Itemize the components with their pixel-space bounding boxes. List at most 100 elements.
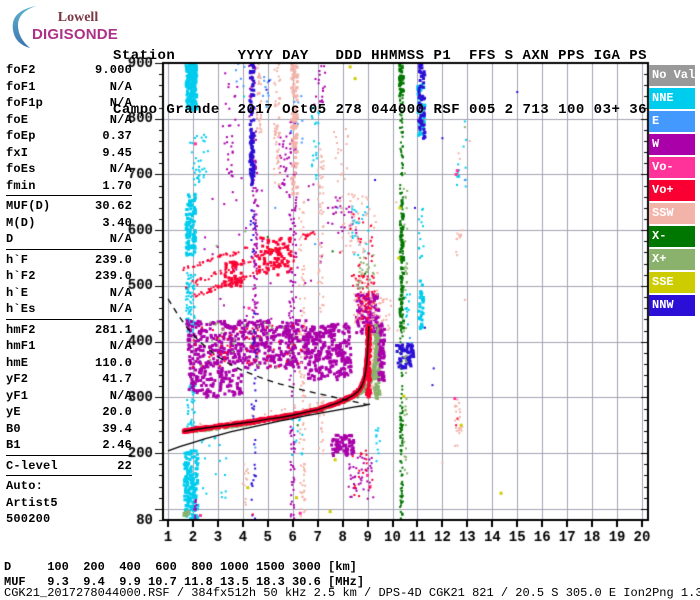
param-row: B1 2.46	[6, 437, 132, 454]
param-row: h`F 239.0	[6, 252, 132, 269]
legend-item-x-: X-	[649, 226, 695, 247]
param-row: hmE 110.0	[6, 355, 132, 372]
param-label: h`E	[6, 285, 29, 300]
legend-item-nnw: NNW	[649, 295, 695, 316]
param-label: yF2	[6, 372, 29, 386]
header-block: Station YYYY DAY DDD HHMMSS P1 FFS S AXN…	[113, 11, 647, 155]
param-label: fxI	[6, 145, 29, 160]
param-footer-line: Auto:	[6, 479, 44, 493]
param-group: MUF(D) 30.62 M(D) 3.40 D N/A	[6, 198, 132, 250]
param-value: N/A	[109, 79, 132, 94]
header-line-columns: Station YYYY DAY DDD HHMMSS P1 FFS S AXN…	[113, 48, 648, 64]
param-row: B0 39.4	[6, 421, 132, 438]
param-value: 0.37	[102, 129, 132, 143]
param-label: hmE	[6, 355, 29, 370]
param-row: foE N/A	[6, 112, 132, 129]
param-row: M(D) 3.40	[6, 215, 132, 232]
param-group: h`F 239.0 h`F2 239.0 h`E N/A h`Es N/A	[6, 252, 132, 320]
legend-item-x+: X+	[649, 249, 695, 270]
param-label: fmin	[6, 178, 36, 193]
param-label: D	[6, 232, 14, 246]
param-value: 281.1	[94, 322, 132, 337]
param-group: C-level 22	[6, 458, 132, 476]
param-row: MUF(D) 30.62	[6, 198, 132, 215]
param-label: h`Es	[6, 302, 36, 316]
param-label: h`F2	[6, 269, 36, 283]
param-value: 41.7	[102, 372, 132, 386]
param-row: foF1 N/A	[6, 79, 132, 96]
parameter-panel: foF2 9.000 foF1 N/A foF1p N/A foE N/A foEp 0.37 fx…	[6, 62, 132, 531]
param-value: N/A	[109, 96, 132, 110]
legend: No Val NNE E W Vo- Vo+ SSW X- X+ SSE NNW	[649, 65, 696, 318]
param-row: foEp 0.37	[6, 128, 132, 145]
param-value: 30.62	[94, 199, 132, 213]
param-row: D N/A	[6, 231, 132, 248]
param-label: foE	[6, 112, 29, 127]
legend-item-sse: SSE	[649, 272, 695, 293]
param-row: C-level 22	[6, 458, 132, 475]
param-label: foEp	[6, 129, 36, 143]
param-value: N/A	[109, 339, 132, 353]
param-row: foEs N/A	[6, 161, 132, 178]
legend-item-no-val: No Val	[649, 65, 695, 86]
param-group: hmF2 281.1 hmF1 N/A hmE 110.0 yF2 41.7 yF1 N/A yE 2…	[6, 322, 132, 456]
param-row: yF1 N/A	[6, 388, 132, 405]
param-row: fxI 9.45	[6, 145, 132, 162]
param-label: yF1	[6, 388, 29, 403]
param-row: foF2 9.000	[6, 62, 132, 79]
d-row: D 100 200 400 600 800 1000 1500 3000 [km…	[4, 560, 357, 574]
param-value: N/A	[109, 388, 132, 403]
param-label: foF1p	[6, 96, 44, 110]
param-value: N/A	[109, 302, 132, 316]
param-value: 3.40	[102, 215, 132, 230]
param-value: 39.4	[102, 421, 132, 436]
legend-item-ssw: SSW	[649, 203, 695, 224]
param-row: hmF2 281.1	[6, 322, 132, 339]
param-value: 1.70	[102, 178, 132, 193]
param-label: yE	[6, 405, 21, 419]
param-row: fmin 1.70	[6, 178, 132, 195]
param-value: 110.0	[94, 355, 132, 370]
param-row: h`Es N/A	[6, 301, 132, 318]
legend-item-vo-: Vo-	[649, 157, 695, 178]
logo-brand-top: Lowell	[57, 10, 99, 25]
param-footer: Auto: Artist5 500200	[6, 478, 132, 529]
logo-brand-bottom: DIGISONDE	[32, 26, 118, 43]
header-line-values: Campo Grande 2017 Oct05 278 044000 RSF 0…	[113, 102, 648, 118]
param-label: B0	[6, 421, 21, 436]
param-label: B1	[6, 438, 21, 452]
param-row: hmF1 N/A	[6, 338, 132, 355]
param-footer-line: 500200	[6, 512, 51, 526]
status-line: CGK21_2017278044000.RSF / 384fx512h 50 k…	[4, 586, 700, 600]
param-label: foF2	[6, 63, 36, 77]
legend-item-nne: NNE	[649, 88, 695, 109]
legend-item-vo+: Vo+	[649, 180, 695, 201]
param-label: hmF2	[6, 322, 36, 337]
param-row: yF2 41.7	[6, 371, 132, 388]
param-value: 239.0	[94, 252, 132, 267]
param-value: N/A	[109, 112, 132, 127]
param-value: N/A	[109, 285, 132, 300]
param-label: M(D)	[6, 215, 36, 230]
param-value: N/A	[109, 232, 132, 246]
legend-item-w: W	[649, 134, 695, 155]
param-value: 9.000	[94, 63, 132, 77]
param-row: h`E N/A	[6, 285, 132, 302]
param-value: 9.45	[102, 145, 132, 160]
param-label: h`F	[6, 252, 29, 267]
param-value: 22	[117, 458, 132, 473]
param-value: 2.46	[102, 438, 132, 452]
ionogram-page: Lowell DIGISONDE Station YYYY DAY DDD HH…	[0, 0, 700, 600]
param-label: foF1	[6, 79, 36, 94]
param-row: h`F2 239.0	[6, 268, 132, 285]
param-row: yE 20.0	[6, 404, 132, 421]
param-label: C-level	[6, 458, 58, 473]
param-label: hmF1	[6, 339, 36, 353]
param-value: N/A	[109, 162, 132, 176]
legend-item-e: E	[649, 111, 695, 132]
param-row: foF1p N/A	[6, 95, 132, 112]
digisonde-logo: Lowell DIGISONDE	[6, 4, 118, 50]
param-group: foF2 9.000 foF1 N/A foF1p N/A foE N/A foEp 0.37 fx…	[6, 62, 132, 196]
param-value: 20.0	[102, 405, 132, 419]
param-label: MUF(D)	[6, 199, 51, 213]
